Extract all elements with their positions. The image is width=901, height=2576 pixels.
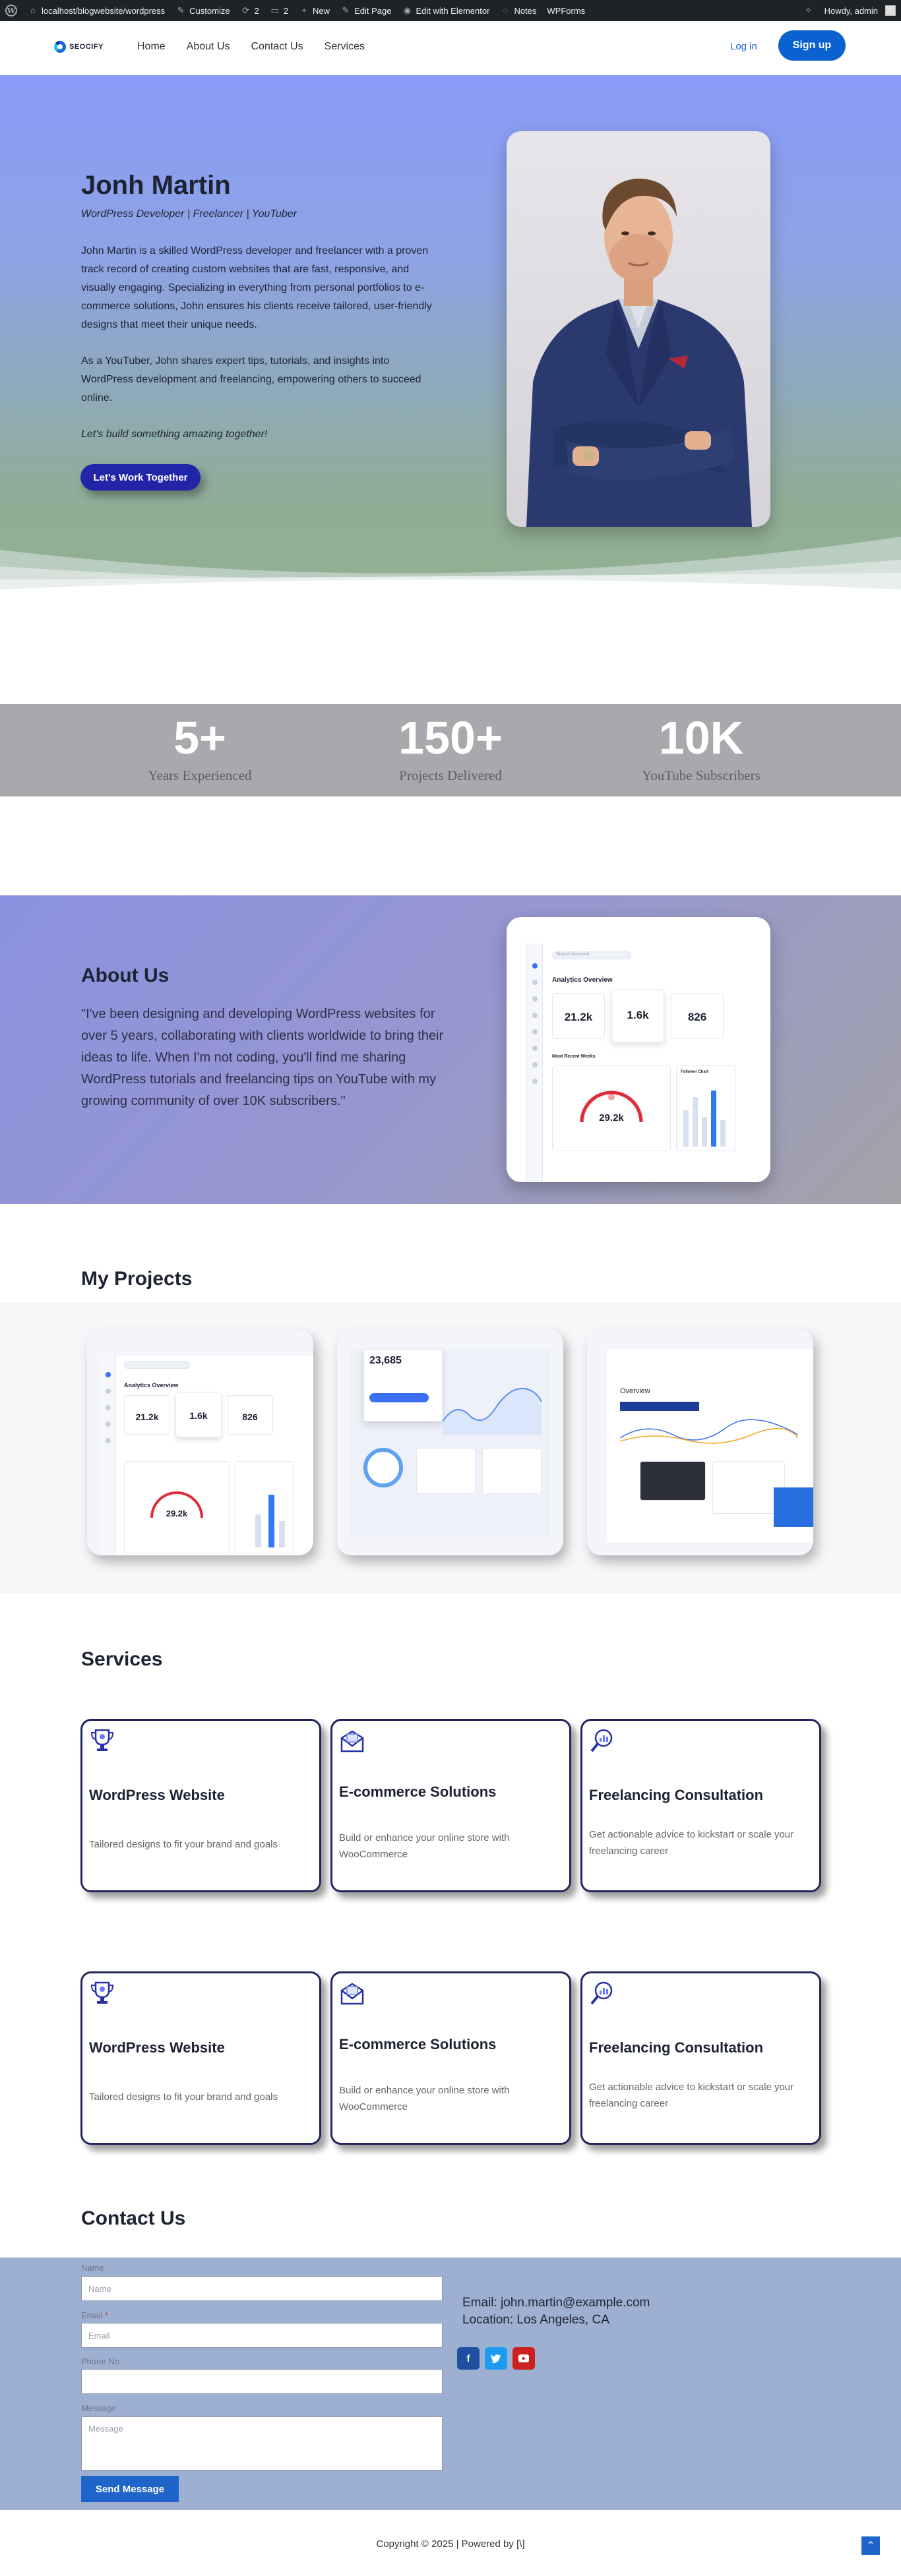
- signup-button[interactable]: Sign up: [778, 30, 846, 61]
- admin-updates-link[interactable]: ⟳ 2: [235, 0, 264, 21]
- stat-subscribers: 10K YouTube Subscribers: [642, 712, 761, 783]
- brush-icon: ✎: [177, 5, 185, 15]
- service-card-wordpress[interactable]: WordPress Website Tailored designs to fi…: [80, 1719, 321, 1892]
- service-card-ecommerce[interactable]: E-commerce Solutions Build or enhance yo…: [330, 1719, 571, 1892]
- admin-edit-page-link[interactable]: ✎ Edit Page: [335, 0, 396, 21]
- logo-icon: [54, 41, 66, 53]
- admin-elementor-link[interactable]: ◉ Edit with Elementor: [396, 0, 495, 21]
- youtube-icon[interactable]: [513, 2347, 535, 2370]
- nav-item-contact-us[interactable]: Contact Us: [251, 41, 303, 53]
- about-section: About Us "I've been designing and develo…: [0, 895, 901, 1204]
- trophy-icon: [90, 1729, 114, 1751]
- site-footer: Copyright © 2025 | Powered by [\] ⌃: [0, 2510, 901, 2576]
- stat-projects: 150+ Projects Delivered: [398, 712, 503, 783]
- send-message-button[interactable]: Send Message: [81, 2476, 179, 2502]
- work-together-button[interactable]: Let's Work Together: [80, 464, 201, 491]
- admin-account-link[interactable]: Howdy, admin: [819, 0, 901, 21]
- phone-label: Phone No: [81, 2356, 119, 2366]
- admin-customize-link[interactable]: ✎ Customize: [170, 0, 235, 21]
- service-card-ecommerce[interactable]: E-commerce Solutions Build or enhance yo…: [330, 1971, 571, 2145]
- message-field[interactable]: Message: [81, 2416, 443, 2471]
- phone-field[interactable]: [81, 2369, 443, 2394]
- hero-section: Jonh Martin WordPress Developer | Freela…: [0, 75, 901, 603]
- services-title: Services: [81, 1648, 163, 1670]
- project-card[interactable]: Analytics Overview 21.2k 1.6k 826 29.2k: [87, 1329, 313, 1555]
- hero-cta-text: Let's build something amazing together!: [81, 429, 268, 440]
- copyright-text: Copyright © 2025 | Powered by [\]: [376, 2538, 525, 2550]
- admin-performance-icon[interactable]: ✧: [798, 0, 819, 21]
- elementor-icon: ◉: [403, 5, 412, 15]
- admin-comments-link[interactable]: ▭ 2: [264, 0, 294, 21]
- project-card[interactable]: Overview: [587, 1329, 813, 1555]
- contact-email: Email: john.martin@example.com: [462, 2296, 650, 2310]
- main-nav: Home About Us Contact Us Services: [137, 41, 365, 53]
- project-card[interactable]: 23,685: [337, 1329, 563, 1555]
- facebook-icon[interactable]: f: [457, 2347, 480, 2370]
- admin-bar: W ⌂ localhost/blogwebsite/wordpress ✎ Cust…: [0, 0, 901, 21]
- stats-band: 5+ Years Experienced 150+ Projects Deliv…: [0, 704, 901, 796]
- analytics-search-icon: [590, 1729, 613, 1752]
- wordpress-logo-icon[interactable]: W: [0, 0, 22, 21]
- name-label: Name: [81, 2263, 104, 2273]
- service-card-consultation[interactable]: Freelancing Consultation Get actionable …: [580, 1719, 821, 1892]
- email-field[interactable]: Email: [81, 2323, 443, 2348]
- hero-bio-secondary: As a YouTuber, John shares expert tips, …: [81, 355, 421, 404]
- name-field[interactable]: Name: [81, 2276, 443, 2301]
- contact-title: Contact Us: [81, 2207, 186, 2229]
- pencil-icon: ✎: [342, 5, 350, 15]
- hero-bio: John Martin is a skilled WordPress devel…: [81, 245, 432, 330]
- hero-tagline: WordPress Developer | Freelancer | YouTu…: [81, 208, 297, 220]
- line-chart: [443, 1387, 542, 1435]
- comment-icon: ▭: [270, 5, 279, 15]
- envelope-icon: [340, 1983, 364, 2005]
- home-icon: ⌂: [30, 5, 36, 15]
- projects-gallery: Analytics Overview 21.2k 1.6k 826 29.2k …: [0, 1303, 901, 1593]
- about-text: "I've been designing and developing Word…: [81, 1007, 444, 1108]
- admin-new-link[interactable]: + New: [294, 0, 335, 21]
- stat-years: 5+ Years Experienced: [148, 712, 252, 783]
- nav-item-about-us[interactable]: About Us: [187, 41, 230, 53]
- twitter-icon[interactable]: [485, 2347, 507, 2370]
- hero-name: Jonh Martin: [81, 171, 231, 200]
- contact-location: Location: Los Angeles, CA: [462, 2313, 609, 2327]
- chevron-up-icon: ⌃: [866, 2540, 875, 2552]
- message-label: Message: [81, 2403, 116, 2413]
- admin-notes-link[interactable]: ◌ Notes: [495, 0, 542, 21]
- analytics-search-icon: [590, 1981, 613, 2005]
- admin-site-link[interactable]: ⌂ localhost/blogwebsite/wordpress: [22, 0, 170, 21]
- site-header: SEOCIFY Home About Us Contact Us Service…: [0, 21, 901, 75]
- nav-item-home[interactable]: Home: [137, 41, 166, 53]
- service-card-consultation[interactable]: Freelancing Consultation Get actionable …: [580, 1971, 821, 2145]
- site-logo[interactable]: SEOCIFY: [54, 41, 104, 53]
- about-dashboard-image: Search keyword Analytics Overview 21.2k …: [507, 917, 770, 1182]
- envelope-icon: [340, 1730, 364, 1752]
- email-label: Email *: [81, 2310, 109, 2320]
- login-link[interactable]: Log in: [730, 41, 757, 52]
- scroll-to-top-button[interactable]: ⌃: [861, 2536, 880, 2555]
- plus-icon: +: [301, 5, 307, 15]
- notes-icon: ◌: [503, 5, 509, 15]
- hero-wave-divider: [0, 537, 901, 603]
- admin-wpforms-link[interactable]: WPForms: [542, 0, 590, 21]
- avatar: [885, 5, 896, 16]
- contact-section: Name Name Email * Email Phone No Message…: [0, 2258, 901, 2510]
- projects-title: My Projects: [81, 1268, 193, 1290]
- person-illustration: [526, 178, 752, 527]
- trophy-icon: [90, 1981, 114, 2004]
- about-title: About Us: [81, 965, 170, 986]
- service-card-wordpress[interactable]: WordPress Website Tailored designs to fi…: [80, 1971, 321, 2145]
- nav-item-services[interactable]: Services: [325, 41, 365, 53]
- portrait-image: [507, 131, 770, 527]
- line-chart: [620, 1419, 798, 1444]
- updates-icon: ⟳: [242, 5, 250, 15]
